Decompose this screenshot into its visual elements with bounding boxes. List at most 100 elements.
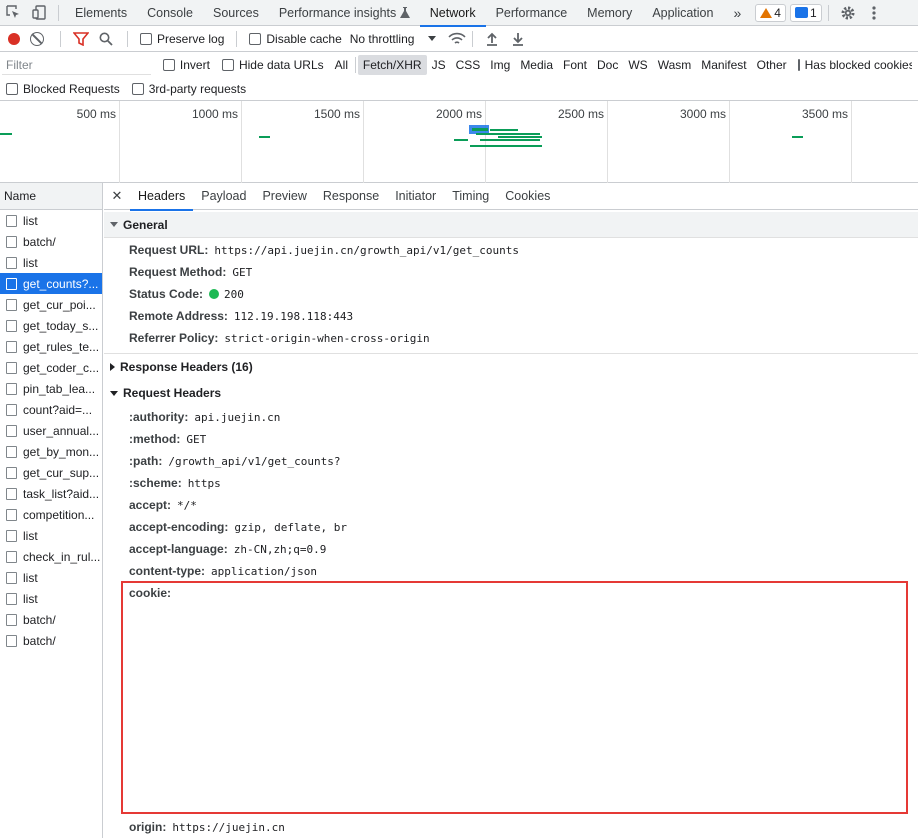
device-toolbar-icon[interactable] [26, 0, 52, 26]
checkbox-box[interactable] [797, 59, 800, 71]
request-list-item[interactable]: batch/ [0, 231, 102, 252]
request-list-item[interactable]: get_rules_te... [0, 336, 102, 357]
type-filter-wasm[interactable]: Wasm [653, 55, 697, 75]
request-list-item[interactable]: batch/ [0, 630, 102, 651]
more-tabs-icon[interactable]: » [723, 0, 751, 26]
record-icon[interactable] [8, 32, 20, 45]
request-list-item[interactable]: get_counts?... [0, 273, 102, 294]
request-list-item[interactable]: list [0, 210, 102, 231]
hide-data-urls-checkbox[interactable]: Hide data URLs [221, 58, 324, 72]
tab-performance-insights[interactable]: Performance insights [269, 0, 420, 26]
request-list-item[interactable]: list [0, 567, 102, 588]
filter-input[interactable]: Filter [2, 55, 151, 75]
header-value: zh-CN,zh;q=0.9 [233, 542, 327, 556]
request-list-item[interactable]: list [0, 588, 102, 609]
type-filter-font[interactable]: Font [558, 55, 592, 75]
tab-headers[interactable]: Headers [130, 183, 194, 211]
more-options-icon[interactable] [861, 0, 887, 26]
tab-sources[interactable]: Sources [203, 0, 269, 26]
tab-cookies[interactable]: Cookies [497, 183, 558, 210]
file-icon [6, 361, 17, 374]
type-filter-img[interactable]: Img [485, 55, 515, 75]
type-filter-other[interactable]: Other [752, 55, 792, 75]
checkbox-box[interactable] [162, 59, 175, 71]
search-icon[interactable] [99, 32, 113, 46]
header-key: content-type: [129, 564, 205, 578]
tab-application[interactable]: Application [642, 0, 723, 26]
close-icon[interactable]: ✕ [104, 188, 130, 204]
network-conditions-wifi-icon[interactable] [448, 32, 467, 46]
header-value: api.juejin.cn [194, 410, 281, 424]
checkbox-box[interactable] [6, 83, 18, 95]
tab-elements[interactable]: Elements [65, 0, 137, 26]
request-headers-section-header[interactable]: Request Headers [104, 380, 918, 406]
tab-timing[interactable]: Timing [444, 183, 497, 210]
blocked-requests-label: Blocked Requests [23, 82, 120, 96]
settings-gear-icon[interactable] [835, 0, 861, 26]
type-filter-css[interactable]: CSS [451, 55, 486, 75]
request-list-item[interactable]: get_cur_poi... [0, 294, 102, 315]
type-filter-media[interactable]: Media [515, 55, 558, 75]
type-filter-js[interactable]: JS [427, 55, 451, 75]
invert-checkbox[interactable]: Invert [162, 58, 210, 72]
tick-label: 3000 ms [679, 107, 726, 121]
tab-preview[interactable]: Preview [254, 183, 314, 210]
tab-response[interactable]: Response [315, 183, 387, 210]
request-list-item[interactable]: competition... [0, 504, 102, 525]
request-header-row: :method: GET [104, 428, 918, 450]
checkbox-box[interactable] [131, 83, 144, 95]
request-headers-title: Request Headers [123, 386, 222, 400]
messages-badge[interactable]: 1 [789, 3, 822, 22]
request-list-item[interactable]: list [0, 525, 102, 546]
has-blocked-cookies-checkbox[interactable]: Has blocked cookies [797, 58, 912, 72]
network-overview-timeline[interactable]: 500 ms 1000 ms 1500 ms 2000 ms 2500 ms 3… [0, 101, 918, 183]
file-icon [6, 571, 17, 584]
throttling-select[interactable]: No throttling [350, 32, 437, 46]
export-har-download-icon[interactable] [511, 32, 525, 46]
request-list-item[interactable]: check_in_rul... [0, 546, 102, 567]
request-list-item[interactable]: pin_tab_lea... [0, 378, 102, 399]
request-list-item[interactable]: task_list?aid... [0, 483, 102, 504]
request-list-item[interactable]: get_coder_c... [0, 357, 102, 378]
import-har-upload-icon[interactable] [485, 32, 499, 46]
tab-network[interactable]: Network [419, 0, 486, 27]
blocked-requests-checkbox[interactable]: Blocked Requests [6, 82, 120, 96]
disable-cache-checkbox[interactable]: Disable cache [249, 32, 342, 46]
file-icon [6, 319, 17, 332]
tab-performance[interactable]: Performance [486, 0, 578, 26]
tab-console[interactable]: Console [137, 0, 203, 26]
response-headers-title: Response Headers (16) [120, 360, 253, 374]
response-headers-section-header[interactable]: Response Headers (16) [104, 354, 918, 380]
tab-initiator[interactable]: Initiator [387, 183, 444, 210]
header-value: https [187, 476, 221, 490]
clear-icon[interactable] [30, 31, 44, 46]
tab-payload[interactable]: Payload [193, 183, 254, 210]
preserve-log-checkbox[interactable]: Preserve log [140, 32, 224, 46]
request-list-item[interactable]: get_cur_sup... [0, 462, 102, 483]
third-party-requests-checkbox[interactable]: 3rd-party requests [131, 82, 246, 96]
request-list-item[interactable]: get_today_s... [0, 315, 102, 336]
request-list-item[interactable]: count?aid=... [0, 399, 102, 420]
type-filter-doc[interactable]: Doc [592, 55, 623, 75]
request-list-item[interactable]: get_by_mon... [0, 441, 102, 462]
filter-icon[interactable] [73, 31, 89, 46]
tab-memory[interactable]: Memory [577, 0, 642, 26]
type-filter-fetch-xhr[interactable]: Fetch/XHR [357, 55, 427, 75]
name-column-header[interactable]: Name [0, 183, 102, 210]
inspect-element-icon[interactable] [0, 0, 26, 26]
checkbox-box[interactable] [249, 32, 262, 45]
type-filter-all[interactable]: All [330, 55, 353, 75]
request-list-item[interactable]: user_annual... [0, 420, 102, 441]
file-icon [6, 592, 17, 605]
request-list-item[interactable]: batch/ [0, 609, 102, 630]
type-filter-manifest[interactable]: Manifest [696, 55, 751, 75]
checkbox-box[interactable] [221, 59, 234, 71]
warnings-badge[interactable]: 4 [755, 3, 786, 22]
request-list-item[interactable]: list [0, 252, 102, 273]
request-name: batch/ [23, 234, 56, 249]
header-value: https://juejin.cn [172, 820, 285, 834]
checkbox-box[interactable] [140, 32, 152, 45]
type-filter-ws[interactable]: WS [623, 55, 652, 75]
general-section-header[interactable]: General [104, 212, 918, 238]
timeline-bar [0, 133, 12, 135]
